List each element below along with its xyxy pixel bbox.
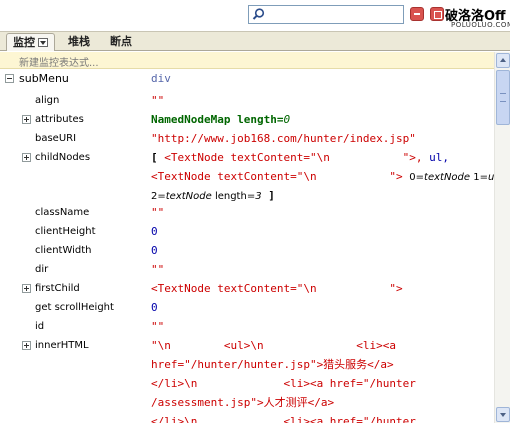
top-toolbar: 破洛洛Off POLUOLUO.COM xyxy=(0,0,510,30)
prop-name: clientWidth xyxy=(35,245,92,256)
tree-row-scrollheight[interactable]: get scrollHeight 0 xyxy=(0,298,494,317)
tree-row-firstchild[interactable]: firstChild <TextNode textContent="\n "> xyxy=(0,279,494,298)
index-label: 0= xyxy=(409,172,425,183)
watermark-subtext: POLUOLUO.COM xyxy=(451,21,510,29)
bracket-close: ] xyxy=(261,189,275,202)
scroll-up-icon[interactable] xyxy=(496,53,510,68)
tree-row-innerhtml[interactable]: innerHTML "\n <ul>\n <li><a href="/hunte… xyxy=(0,336,494,423)
tree-row-attributes[interactable]: attributes NamedNodeMap length=0 xyxy=(0,110,494,129)
watch-tree: subMenu div align "" attributes NamedNod… xyxy=(0,69,494,423)
prop-name: attributes xyxy=(35,114,84,125)
maximize-icon[interactable] xyxy=(430,7,444,21)
prop-name: dir xyxy=(35,264,49,275)
expand-toggle-icon[interactable] xyxy=(22,341,31,350)
prop-value: 0 xyxy=(151,244,158,257)
minimize-icon[interactable] xyxy=(410,7,424,21)
innerhtml-line: href="/hunter/hunter.jsp">猎头服务</a> xyxy=(151,358,394,371)
vertical-scrollbar[interactable] xyxy=(494,52,510,423)
length-label: length= xyxy=(211,191,256,202)
prop-name: clientHeight xyxy=(35,226,96,237)
prop-name: innerHTML xyxy=(35,340,89,351)
bracket-open: [ xyxy=(151,151,165,164)
new-watch-expression-input[interactable]: 新建监控表达式... xyxy=(0,52,494,69)
innerhtml-value: "\n <ul>\n <li><a href="/hunter/hunter.j… xyxy=(151,336,494,423)
prop-value: 0 xyxy=(151,225,158,238)
scroll-thumb[interactable] xyxy=(496,70,510,125)
prop-value: "" xyxy=(151,206,165,219)
scroll-down-icon[interactable] xyxy=(496,407,510,422)
ul-value: ul, xyxy=(429,151,450,164)
tab-bar: 监控 堆栈 断点 xyxy=(0,31,510,51)
innerhtml-line: </li>\n <li><a href="/hunter xyxy=(151,415,416,423)
prop-value: "" xyxy=(151,320,165,333)
type-label: textNode xyxy=(165,191,212,202)
tree-row-id[interactable]: id "" xyxy=(0,317,494,336)
tree-row-align[interactable]: align "" xyxy=(0,91,494,110)
tree-row-clientheight[interactable]: clientHeight 0 xyxy=(0,222,494,241)
expand-toggle-icon[interactable] xyxy=(22,284,31,293)
expand-toggle-icon[interactable] xyxy=(22,153,31,162)
tab-breakpoints[interactable]: 断点 xyxy=(104,33,138,51)
childnodes-line-2: <TextNode textContent="\n "> 0=textNode … xyxy=(151,167,494,186)
prop-value: "http://www.job168.com/hunter/index.jsp" xyxy=(151,132,416,145)
expand-toggle-icon[interactable] xyxy=(22,115,31,124)
chevron-down-icon[interactable] xyxy=(38,38,48,47)
tab-stack-label: 堆栈 xyxy=(68,35,90,48)
index-label: 2= xyxy=(151,191,166,202)
new-watch-placeholder: 新建监控表达式... xyxy=(19,58,99,69)
search-icon xyxy=(252,8,265,20)
tab-watch-label: 监控 xyxy=(13,36,35,49)
innerhtml-line: </li>\n <li><a href="/hunter xyxy=(151,377,416,390)
textnode-value: <TextNode textContent="\n ">, xyxy=(164,151,430,164)
attributes-length: 0 xyxy=(283,113,291,126)
prop-value: "" xyxy=(151,94,165,107)
tree-row-clientwidth[interactable]: clientWidth 0 xyxy=(0,241,494,260)
prop-name: baseURI xyxy=(35,133,77,144)
prop-name: get scrollHeight xyxy=(35,302,114,313)
prop-value: NamedNodeMap length=0 xyxy=(151,110,290,129)
watch-panel: 新建监控表达式... subMenu div align "" attribut… xyxy=(0,52,510,423)
tree-row-childnodes[interactable]: childNodes [ <TextNode textContent="\n "… xyxy=(0,148,494,205)
prop-name: firstChild xyxy=(35,283,80,294)
tree-row-classname[interactable]: className "" xyxy=(0,203,494,222)
tree-row-dir[interactable]: dir "" xyxy=(0,260,494,279)
tab-breakpoints-label: 断点 xyxy=(110,35,132,48)
collapse-toggle-icon[interactable] xyxy=(5,74,14,83)
type-label: textNode xyxy=(424,172,471,183)
innerhtml-line: "\n <ul>\n <li><a xyxy=(151,339,397,352)
tab-stack[interactable]: 堆栈 xyxy=(62,33,96,51)
childnodes-value: [ <TextNode textContent="\n ">, ul, <Tex… xyxy=(151,148,494,205)
search-input[interactable] xyxy=(248,5,404,24)
prop-name: childNodes xyxy=(35,152,91,163)
prop-value: <TextNode textContent="\n "> xyxy=(151,282,403,295)
tab-watch[interactable]: 监控 xyxy=(6,33,55,51)
root-name: subMenu xyxy=(19,72,69,85)
prop-name: align xyxy=(35,95,60,106)
innerhtml-line: /assessment.jsp">人才测评</a> xyxy=(151,396,335,409)
prop-name: id xyxy=(35,321,45,332)
prop-value: 0 xyxy=(151,301,158,314)
attributes-type: NamedNodeMap length= xyxy=(151,113,284,126)
root-value: div xyxy=(151,72,171,85)
textnode-value: <TextNode textContent="\n "> xyxy=(151,170,410,183)
watermark-logo: 破洛洛Off POLUOLUO.COM xyxy=(445,5,510,31)
tree-row-root[interactable]: subMenu div xyxy=(0,69,494,88)
tree-row-baseuri[interactable]: baseURI "http://www.job168.com/hunter/in… xyxy=(0,129,494,148)
prop-name: className xyxy=(35,207,90,218)
prop-value: "" xyxy=(151,263,165,276)
index-label: 1= xyxy=(470,172,488,183)
childnodes-line-1: [ <TextNode textContent="\n ">, ul, xyxy=(151,148,494,167)
